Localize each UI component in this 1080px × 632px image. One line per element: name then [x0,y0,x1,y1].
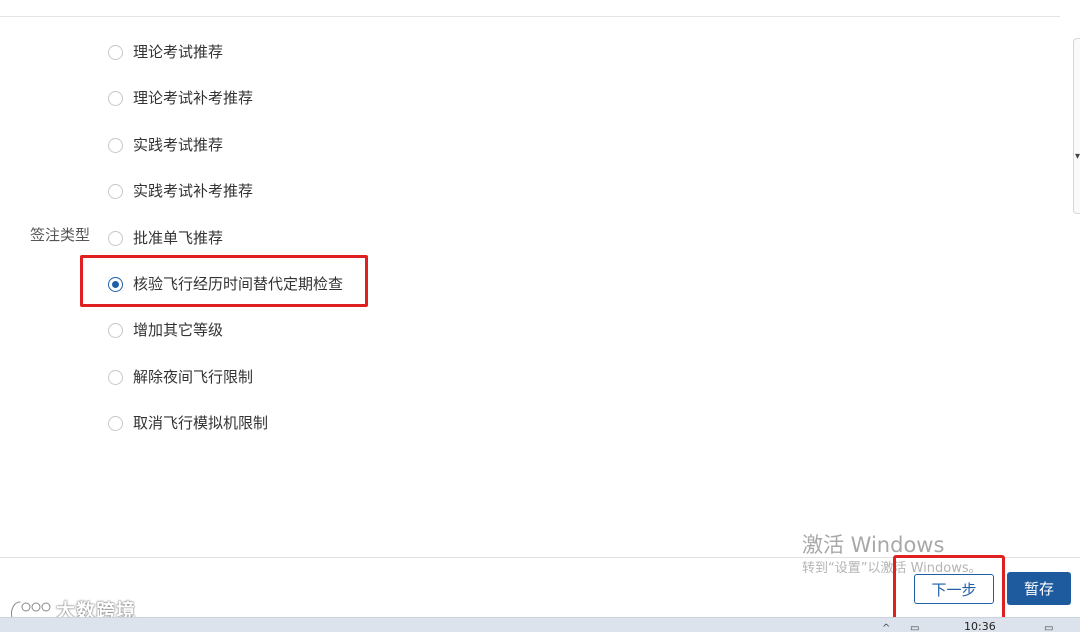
radio-label: 批准单飞推荐 [133,228,224,247]
radio-option-theory-retake[interactable]: 理论考试补考推荐 [108,86,343,132]
radio-button[interactable] [108,323,123,339]
radio-button[interactable] [108,416,123,432]
radio-label: 理论考试补考推荐 [133,89,254,108]
tray-chevron-icon[interactable]: ^ [882,624,890,632]
radio-option-remove-simulator-limit[interactable]: 取消飞行模拟机限制 [108,411,343,457]
notification-icon[interactable]: ▭ [1044,624,1053,632]
field-label-endorsement-type: 签注类型 [30,226,91,244]
radio-option-practical-exam[interactable]: 实践考试推荐 [108,133,343,179]
radio-button[interactable] [108,91,123,107]
annotation-highlight-next-button [893,555,1005,622]
radio-label: 增加其它等级 [133,321,224,340]
radio-option-remove-night-limit[interactable]: 解除夜间飞行限制 [108,365,343,411]
radio-button[interactable] [108,45,123,60]
side-scroll-tab[interactable] [1073,38,1080,214]
radio-label: 实践考试补考推荐 [133,182,254,201]
radio-label: 理论考试推荐 [133,43,224,61]
annotation-highlight-selected-option [80,255,368,307]
radio-option-add-rating[interactable]: 增加其它等级 [108,318,343,364]
top-divider [0,16,1060,17]
endorsement-type-radio-group: 理论考试推荐 理论考试补考推荐 实践考试推荐 实践考试补考推荐 批准单飞推荐 核… [108,40,343,458]
radio-button[interactable] [108,137,123,153]
radio-button[interactable] [108,230,123,246]
radio-label: 解除夜间飞行限制 [133,367,254,386]
radio-button[interactable] [108,184,123,200]
radio-option-practical-retake[interactable]: 实践考试补考推荐 [108,179,343,225]
radio-label: 实践考试推荐 [133,135,224,154]
radio-option-theory-exam[interactable]: 理论考试推荐 [108,40,343,86]
page: ▾ 签注类型 理论考试推荐 理论考试补考推荐 实践考试推荐 实践考试补考推荐 批… [0,0,1080,632]
taskbar-clock[interactable]: 10:36 [964,621,996,632]
radio-label: 取消飞行模拟机限制 [133,414,269,433]
tray-window-icon[interactable]: ▭ [910,624,919,632]
save-draft-button[interactable]: 暂存 [1007,572,1071,605]
radio-button[interactable] [108,369,123,385]
chevron-down-icon[interactable]: ▾ [1075,152,1080,162]
